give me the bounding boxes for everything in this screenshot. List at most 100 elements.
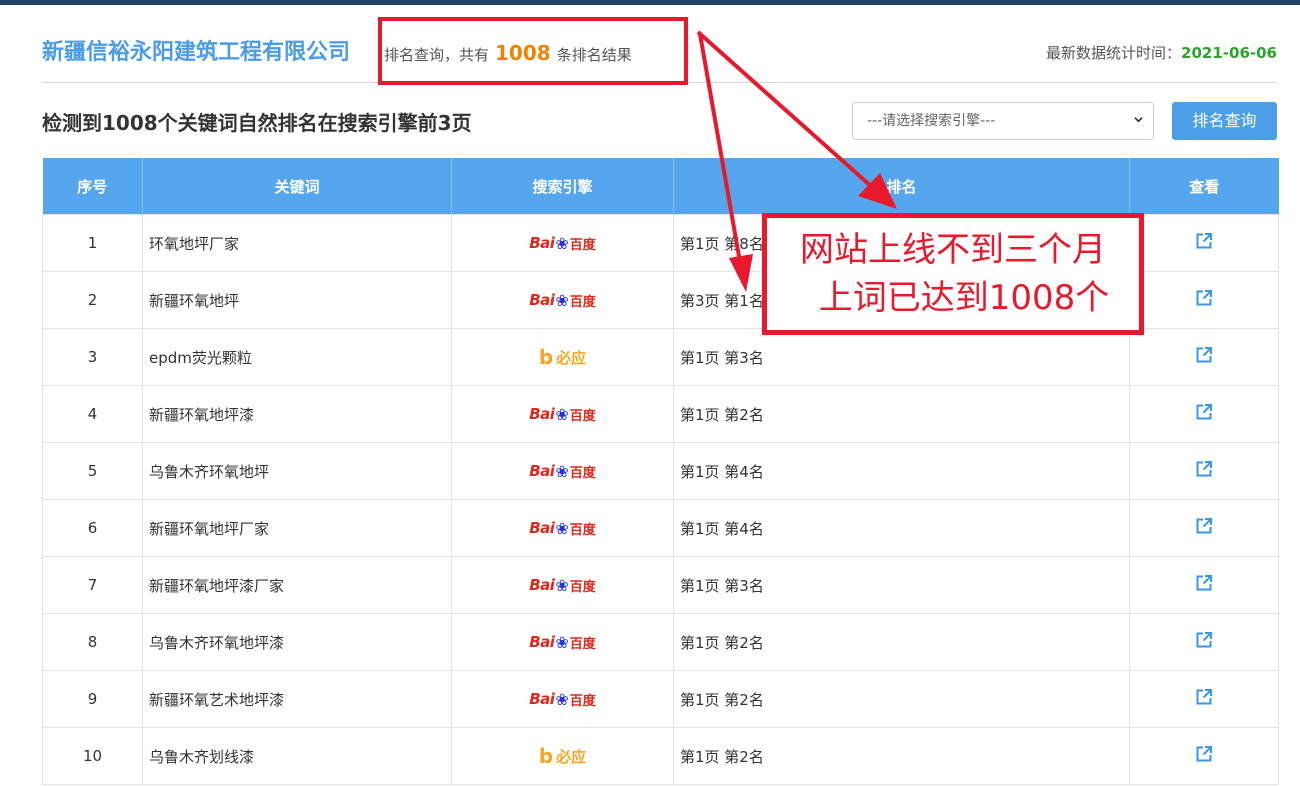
stat-time: 最新数据统计时间：2021-06-06 — [1046, 38, 1277, 68]
baidu-logo-icon: Bai ❀ 百度 — [529, 690, 596, 709]
row-engine: Bai ❀ 百度 — [451, 271, 674, 329]
table-row: 3 epdm荧光颗粒 b 必应 第1页 第3名 — [42, 328, 1279, 386]
header-keyword: 关键词 — [142, 158, 452, 215]
baidu-logo-cn: 百度 — [569, 465, 596, 481]
row-view — [1129, 556, 1279, 614]
stat-label: 最新数据统计时间： — [1046, 44, 1182, 62]
baidu-logo-text: Bai — [529, 576, 555, 594]
baidu-paw-icon: ❀ — [555, 575, 569, 595]
baidu-logo-cn: 百度 — [569, 408, 596, 424]
row-index: 6 — [42, 499, 143, 557]
baidu-paw-icon: ❀ — [555, 518, 569, 538]
external-link-icon[interactable] — [1195, 232, 1213, 250]
row-rank: 第1页 第2名 — [673, 727, 1130, 785]
external-link-icon[interactable] — [1195, 745, 1213, 763]
rank-query-button[interactable]: 排名查询 — [1172, 102, 1277, 140]
baidu-logo-text: Bai — [529, 405, 555, 423]
row-engine: b 必应 — [451, 328, 674, 386]
row-rank: 第1页 第4名 — [673, 499, 1130, 557]
row-keyword: 新疆环氧地坪漆 — [142, 385, 452, 443]
row-rank: 第1页 第2名 — [673, 670, 1130, 728]
bing-logo-icon: b 必应 — [539, 744, 586, 768]
row-view — [1129, 214, 1279, 272]
baidu-logo-icon: Bai ❀ 百度 — [529, 405, 596, 424]
row-view — [1129, 271, 1279, 329]
row-view — [1129, 670, 1279, 728]
table-header-row: 序号 关键词 搜索引擎 排名 查看 — [42, 158, 1279, 215]
external-link-icon[interactable] — [1195, 403, 1213, 421]
summary-title: 检测到1008个关键词自然排名在搜索引擎前3页 — [42, 111, 472, 135]
table-row: 10 乌鲁木齐划线漆 b 必应 第1页 第2名 — [42, 727, 1279, 785]
table-row: 6 新疆环氧地坪厂家 Bai ❀ 百度 第1页 第4名 — [42, 499, 1279, 557]
row-index: 10 — [42, 727, 143, 785]
table-row: 9 新疆环氧艺术地坪漆 Bai ❀ 百度 第1页 第2名 — [42, 670, 1279, 728]
external-link-icon[interactable] — [1195, 574, 1213, 592]
row-keyword: 新疆环氧地坪漆厂家 — [142, 556, 452, 614]
annotation-callout: 网站上线不到三个月 上词已达到1008个 — [762, 213, 1144, 335]
table-row: 4 新疆环氧地坪漆 Bai ❀ 百度 第1页 第2名 — [42, 385, 1279, 443]
baidu-logo-cn: 百度 — [569, 522, 596, 538]
baidu-paw-icon: ❀ — [555, 632, 569, 652]
table-row: 8 乌鲁木齐环氧地坪漆 Bai ❀ 百度 第1页 第2名 — [42, 613, 1279, 671]
row-engine: b 必应 — [451, 727, 674, 785]
row-view — [1129, 499, 1279, 557]
external-link-icon[interactable] — [1195, 460, 1213, 478]
baidu-logo-icon: Bai ❀ 百度 — [529, 462, 596, 481]
baidu-logo-cn: 百度 — [569, 294, 596, 310]
annotation-highlight-box — [378, 17, 688, 85]
row-index: 3 — [42, 328, 143, 386]
row-engine: Bai ❀ 百度 — [451, 385, 674, 443]
row-keyword: 新疆环氧艺术地坪漆 — [142, 670, 452, 728]
row-rank: 第1页 第2名 — [673, 385, 1130, 443]
row-index: 1 — [42, 214, 143, 272]
row-index: 5 — [42, 442, 143, 500]
baidu-logo-icon: Bai ❀ 百度 — [529, 519, 596, 538]
row-view — [1129, 727, 1279, 785]
external-link-icon[interactable] — [1195, 289, 1213, 307]
baidu-logo-text: Bai — [529, 519, 555, 537]
row-keyword: 乌鲁木齐环氧地坪漆 — [142, 613, 452, 671]
row-engine: Bai ❀ 百度 — [451, 442, 674, 500]
row-index: 2 — [42, 271, 143, 329]
engine-select-value: ---请选择搜索引擎--- — [867, 113, 996, 129]
row-engine: Bai ❀ 百度 — [451, 214, 674, 272]
row-keyword: 新疆环氧地坪 — [142, 271, 452, 329]
baidu-paw-icon: ❀ — [555, 689, 569, 709]
external-link-icon[interactable] — [1195, 631, 1213, 649]
baidu-logo-cn: 百度 — [569, 579, 596, 595]
row-engine: Bai ❀ 百度 — [451, 613, 674, 671]
top-bar — [0, 0, 1300, 5]
row-rank: 第1页 第3名 — [673, 556, 1130, 614]
row-view — [1129, 385, 1279, 443]
row-rank: 第1页 第3名 — [673, 328, 1130, 386]
baidu-logo-cn: 百度 — [569, 693, 596, 709]
company-name: 新疆信裕永阳建筑工程有限公司 — [42, 40, 351, 65]
baidu-logo-text: Bai — [529, 462, 555, 480]
stat-date: 2021-06-06 — [1181, 44, 1277, 62]
row-view — [1129, 442, 1279, 500]
external-link-icon[interactable] — [1195, 688, 1213, 706]
bing-logo-icon: b 必应 — [539, 345, 586, 369]
annotation-line-1: 网站上线不到三个月 — [800, 230, 1106, 270]
row-rank: 第1页 第2名 — [673, 613, 1130, 671]
row-engine: Bai ❀ 百度 — [451, 670, 674, 728]
baidu-logo-icon: Bai ❀ 百度 — [529, 633, 596, 652]
row-keyword: 乌鲁木齐划线漆 — [142, 727, 452, 785]
external-link-icon[interactable] — [1195, 517, 1213, 535]
annotation-line-2: 上词已达到1008个 — [818, 278, 1110, 318]
external-link-icon[interactable] — [1195, 346, 1213, 364]
bing-logo-text: 必应 — [556, 348, 587, 367]
baidu-paw-icon: ❀ — [555, 233, 569, 253]
row-index: 8 — [42, 613, 143, 671]
engine-select[interactable]: ---请选择搜索引擎--- — [852, 102, 1154, 140]
table-row: 5 乌鲁木齐环氧地坪 Bai ❀ 百度 第1页 第4名 — [42, 442, 1279, 500]
baidu-logo-icon: Bai ❀ 百度 — [529, 291, 596, 310]
baidu-logo-cn: 百度 — [569, 237, 596, 253]
row-index: 7 — [42, 556, 143, 614]
table-row: 7 新疆环氧地坪漆厂家 Bai ❀ 百度 第1页 第3名 — [42, 556, 1279, 614]
row-keyword: 环氧地坪厂家 — [142, 214, 452, 272]
bing-b-icon: b — [538, 345, 554, 369]
chevron-down-icon — [1134, 117, 1143, 123]
bing-logo-text: 必应 — [556, 747, 587, 766]
row-engine: Bai ❀ 百度 — [451, 556, 674, 614]
